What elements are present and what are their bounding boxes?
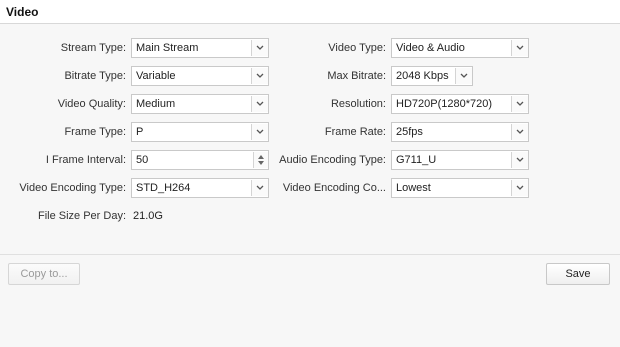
file-size-per-day-value: 21.0G bbox=[133, 210, 163, 222]
bitrate-type-label: Bitrate Type: bbox=[64, 70, 126, 82]
i-frame-interval-label: I Frame Interval: bbox=[45, 154, 126, 166]
frame-type-label: Frame Type: bbox=[64, 126, 126, 138]
save-button[interactable]: Save bbox=[546, 263, 610, 285]
audio-encoding-type-value: G711_U bbox=[396, 154, 437, 166]
chevron-down-icon[interactable] bbox=[455, 68, 472, 84]
frame-type-value: P bbox=[136, 126, 144, 138]
video-encoding-complexity-value: Lowest bbox=[396, 182, 431, 194]
video-encoding-type-label: Video Encoding Type: bbox=[19, 182, 126, 194]
video-settings-panel: Stream Type: Main Stream Bitrate Type: V… bbox=[0, 24, 620, 347]
i-frame-interval-value: 50 bbox=[136, 154, 149, 166]
stream-type-select[interactable]: Main Stream bbox=[131, 38, 269, 58]
max-bitrate-label: Max Bitrate: bbox=[327, 70, 386, 82]
video-type-label: Video Type: bbox=[328, 42, 386, 54]
audio-encoding-type-select[interactable]: G711_U bbox=[391, 150, 529, 170]
resolution-label: Resolution: bbox=[330, 98, 386, 110]
stream-type-value: Main Stream bbox=[136, 42, 199, 54]
video-encoding-type-select[interactable]: STD_H264 bbox=[131, 178, 269, 198]
i-frame-interval-input[interactable]: 50 bbox=[131, 150, 269, 170]
chevron-down-icon[interactable] bbox=[511, 124, 528, 140]
video-type-select[interactable]: Video & Audio bbox=[391, 38, 529, 58]
spinner-icon[interactable] bbox=[253, 152, 268, 168]
copy-to-button[interactable]: Copy to... bbox=[8, 263, 80, 285]
stream-type-label: Stream Type: bbox=[60, 42, 126, 54]
max-bitrate-value: 2048 Kbps bbox=[396, 70, 449, 82]
resolution-select[interactable]: HD720P(1280*720) bbox=[391, 94, 529, 114]
frame-rate-select[interactable]: 25fps bbox=[391, 122, 529, 142]
chevron-down-icon[interactable] bbox=[251, 40, 268, 56]
chevron-down-icon[interactable] bbox=[251, 180, 268, 196]
frame-type-select[interactable]: P bbox=[131, 122, 269, 142]
bitrate-type-value: Variable bbox=[136, 70, 176, 82]
bitrate-type-select[interactable]: Variable bbox=[131, 66, 269, 86]
chevron-down-icon[interactable] bbox=[511, 96, 528, 112]
section-title: Video bbox=[6, 5, 39, 19]
video-encoding-complexity-label: Video Encoding Co... bbox=[282, 182, 386, 194]
video-encoding-type-value: STD_H264 bbox=[136, 182, 191, 194]
video-type-value: Video & Audio bbox=[396, 42, 465, 54]
video-quality-select[interactable]: Medium bbox=[131, 94, 269, 114]
section-header: Video bbox=[0, 0, 620, 24]
chevron-down-icon[interactable] bbox=[511, 152, 528, 168]
file-size-per-day-label: File Size Per Day: bbox=[37, 210, 126, 222]
frame-rate-label: Frame Rate: bbox=[324, 126, 386, 138]
frame-rate-value: 25fps bbox=[396, 126, 423, 138]
video-encoding-complexity-select[interactable]: Lowest bbox=[391, 178, 529, 198]
chevron-down-icon[interactable] bbox=[511, 40, 528, 56]
footer-divider bbox=[0, 254, 620, 255]
video-quality-label: Video Quality: bbox=[57, 98, 126, 110]
chevron-down-icon[interactable] bbox=[251, 124, 268, 140]
audio-encoding-type-label: Audio Encoding Type: bbox=[279, 154, 386, 166]
chevron-down-icon[interactable] bbox=[511, 180, 528, 196]
resolution-value: HD720P(1280*720) bbox=[396, 98, 493, 110]
video-quality-value: Medium bbox=[136, 98, 176, 110]
max-bitrate-select[interactable]: 2048 Kbps bbox=[391, 66, 473, 86]
chevron-down-icon[interactable] bbox=[251, 68, 268, 84]
chevron-down-icon[interactable] bbox=[251, 96, 268, 112]
